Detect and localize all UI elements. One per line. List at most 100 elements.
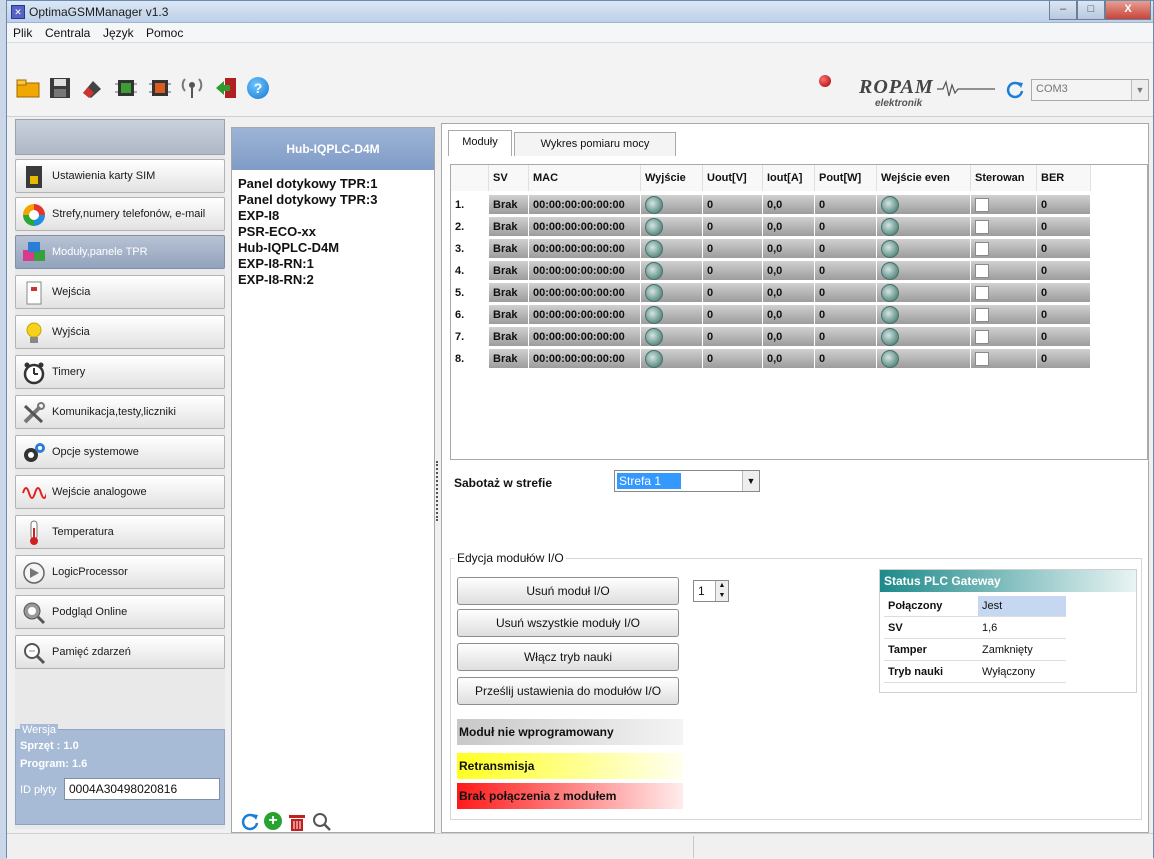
sidebar-item-label: Temperatura: [52, 525, 114, 538]
control-checkbox[interactable]: [975, 352, 989, 366]
main-window: ✕ OptimaGSMManager v1.3 – □ X Plik Centr…: [6, 0, 1154, 859]
sim-card-icon: [22, 165, 46, 189]
control-checkbox[interactable]: [975, 308, 989, 322]
erase-icon[interactable]: [79, 75, 105, 101]
grid-cell-mac: 00:00:00:00:00:00: [529, 283, 641, 303]
hardware-version: Sprzęt : 1.0: [20, 740, 79, 752]
sidebar-item-zones[interactable]: Strefy,numery telefonów, e-mail: [15, 197, 225, 231]
grid-cell-ber: 0: [1037, 239, 1091, 259]
control-checkbox-cell[interactable]: [971, 327, 1037, 347]
tab-power-chart[interactable]: Wykres pomiaru mocy: [514, 132, 676, 156]
control-checkbox-cell[interactable]: [971, 305, 1037, 325]
com-port-select[interactable]: COM3 ▼: [1031, 79, 1149, 101]
write-device-icon[interactable]: [147, 75, 173, 101]
grid-cell-uout: 0: [703, 239, 763, 259]
column-header: Pout[W]: [815, 165, 877, 191]
menu-jezyk[interactable]: Język: [103, 26, 134, 40]
close-button[interactable]: X: [1105, 1, 1151, 20]
learn-mode-button[interactable]: Włącz tryb nauki: [457, 643, 679, 671]
sidebar-item-analog[interactable]: Wejście analogowe: [15, 475, 225, 509]
sidebar-item-sim[interactable]: Ustawienia karty SIM: [15, 159, 225, 193]
module-item[interactable]: Panel dotykowy TPR:1: [238, 176, 377, 191]
grid-cell-uout: 0: [703, 349, 763, 369]
menu-pomoc[interactable]: Pomoc: [146, 26, 183, 40]
control-checkbox[interactable]: [975, 264, 989, 278]
grid-cell-n: 6.: [451, 305, 489, 325]
module-item[interactable]: EXP-I8-RN:1: [238, 256, 314, 271]
sidebar-item-online[interactable]: Podgląd Online: [15, 595, 225, 629]
splitter-handle[interactable]: [436, 461, 439, 521]
sidebar: Ustawienia karty SIM Strefy,numery telef…: [15, 119, 225, 829]
grid-cell-sv: Brak: [489, 261, 529, 281]
search-icon[interactable]: [312, 812, 332, 832]
maximize-button[interactable]: □: [1077, 1, 1105, 20]
refresh-port-icon[interactable]: [1005, 80, 1025, 100]
board-id-field[interactable]: 0004A30498020816: [64, 778, 220, 800]
help-icon[interactable]: ?: [245, 75, 271, 101]
chevron-down-icon[interactable]: ▼: [1131, 80, 1148, 100]
grid-cell-mac: 00:00:00:00:00:00: [529, 239, 641, 259]
sidebar-item-communication[interactable]: Komunikacja,testy,liczniki: [15, 395, 225, 429]
module-number-stepper[interactable]: 1 ▲ ▼: [693, 580, 729, 602]
status-led-cell: [877, 195, 971, 215]
antenna-icon[interactable]: [179, 75, 205, 101]
status-led-icon: [645, 240, 663, 258]
control-checkbox-cell[interactable]: [971, 283, 1037, 303]
status-led-icon: [645, 350, 663, 368]
grid-cell-uout: 0: [703, 327, 763, 347]
sidebar-item-events[interactable]: Pamięć zdarzeń: [15, 635, 225, 669]
minimize-button[interactable]: –: [1049, 1, 1077, 20]
sidebar-item-logic[interactable]: LogicProcessor: [15, 555, 225, 589]
legend-not-programmed: Moduł nie wprogramowany: [457, 719, 683, 745]
sidebar-item-label: Timery: [52, 365, 86, 378]
remove-module-button[interactable]: Usuń moduł I/O: [457, 577, 679, 605]
sidebar-item-temperature[interactable]: Temperatura: [15, 515, 225, 549]
module-item[interactable]: Hub-IQPLC-D4M: [238, 240, 339, 255]
control-checkbox[interactable]: [975, 220, 989, 234]
control-checkbox[interactable]: [975, 198, 989, 212]
control-checkbox-cell[interactable]: [971, 239, 1037, 259]
module-item[interactable]: EXP-I8-RN:2: [238, 272, 314, 287]
tab-modules[interactable]: Moduły: [448, 130, 512, 156]
module-number-value: 1: [698, 584, 705, 598]
sabotage-zone-select[interactable]: Strefa 1 ▼: [614, 470, 760, 492]
send-settings-button[interactable]: Prześlij ustawienia do modułów I/O: [457, 677, 679, 705]
control-checkbox-cell[interactable]: [971, 261, 1037, 281]
sidebar-item-system[interactable]: Opcje systemowe: [15, 435, 225, 469]
chevron-down-icon[interactable]: ▼: [742, 471, 759, 491]
remove-all-modules-button[interactable]: Usuń wszystkie moduły I/O: [457, 609, 679, 637]
sidebar-item-modules[interactable]: Moduły,panele TPR: [15, 235, 225, 269]
control-checkbox-cell[interactable]: [971, 217, 1037, 237]
save-icon[interactable]: [47, 75, 73, 101]
control-checkbox[interactable]: [975, 242, 989, 256]
module-item[interactable]: Panel dotykowy TPR:3: [238, 192, 377, 207]
refresh-icon[interactable]: [240, 812, 260, 832]
control-checkbox[interactable]: [975, 286, 989, 300]
column-header: Wyjście: [641, 165, 703, 191]
delete-icon[interactable]: [288, 812, 308, 832]
add-icon[interactable]: +: [264, 812, 284, 832]
control-checkbox[interactable]: [975, 330, 989, 344]
status-led-icon: [881, 350, 899, 368]
control-checkbox-cell[interactable]: [971, 195, 1037, 215]
sidebar-item-outputs[interactable]: Wyjścia: [15, 315, 225, 349]
sidebar-item-inputs[interactable]: Wejścia: [15, 275, 225, 309]
sidebar-item-label: Moduły,panele TPR: [52, 245, 148, 258]
sidebar-item-timers[interactable]: Timery: [15, 355, 225, 389]
read-device-icon[interactable]: [113, 75, 139, 101]
column-header: BER: [1037, 165, 1091, 191]
folder-icon[interactable]: [15, 75, 41, 101]
plc-status-panel: Status PLC Gateway Połączony Jest SV 1,6…: [879, 569, 1137, 693]
brand-text: ROPAM: [859, 76, 934, 98]
control-checkbox-cell[interactable]: [971, 349, 1037, 369]
status-led-icon: [881, 328, 899, 346]
exit-icon[interactable]: [213, 75, 239, 101]
module-item[interactable]: PSR-ECO-xx: [238, 224, 316, 239]
stepper-arrows-icon[interactable]: ▲ ▼: [715, 581, 728, 601]
menu-centrala[interactable]: Centrala: [45, 26, 90, 40]
grid-cell-uout: 0: [703, 283, 763, 303]
version-title: Wersja: [20, 724, 59, 736]
module-item[interactable]: EXP-I8: [238, 208, 279, 223]
status-bar: [7, 833, 1153, 859]
menu-plik[interactable]: Plik: [13, 26, 32, 40]
